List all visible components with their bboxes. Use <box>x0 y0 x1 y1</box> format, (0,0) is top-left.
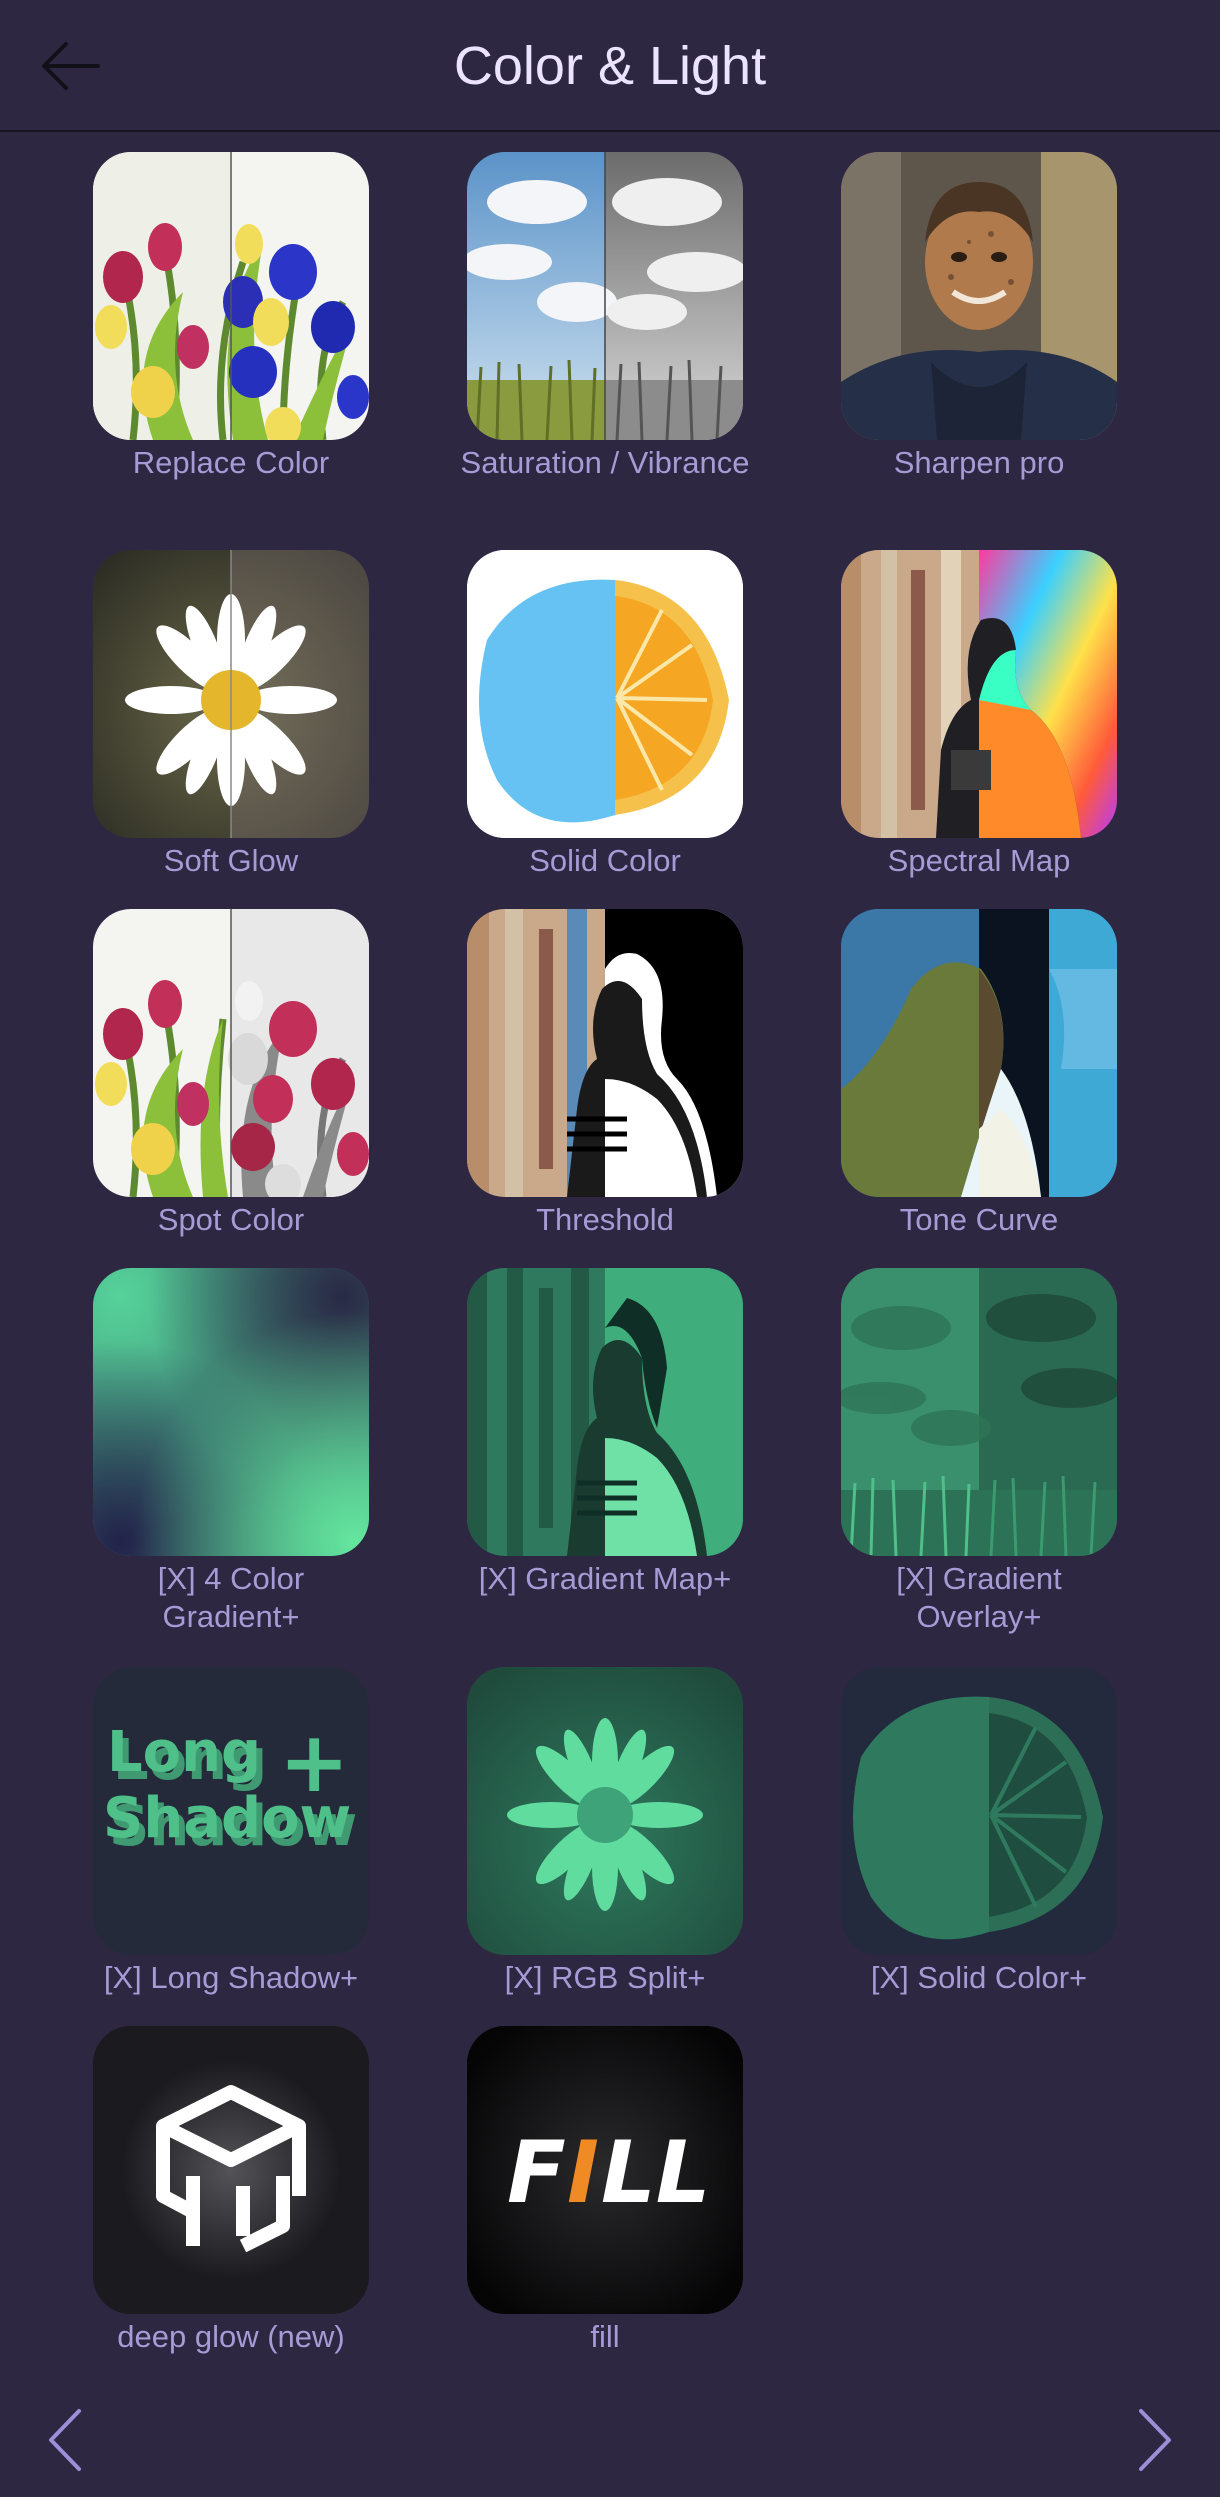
page-title: Color & Light <box>453 36 767 96</box>
fill-logo-f: F <box>507 2123 566 2223</box>
deep-glow-thumbnail <box>93 2026 369 2314</box>
effect-label: Saturation / Vibrance <box>460 445 750 480</box>
effect-label: Sharpen pro <box>893 445 1065 480</box>
effect-label: [X] RGB Split+ <box>504 1960 706 1995</box>
next-page-button[interactable] <box>1120 2400 1190 2480</box>
effect-tile-rgb-split[interactable]: [X] RGB Split+ <box>467 1667 743 1997</box>
effect-tile-deep-glow[interactable]: deep glow (new) <box>93 2026 369 2356</box>
effect-label: Spectral Map <box>887 843 1071 878</box>
effect-label: Tone Curve <box>899 1202 1059 1237</box>
gradient-map-thumbnail <box>467 1268 743 1556</box>
color-and-light-screen: Color & Light Replace Color Saturation /… <box>0 0 1220 2497</box>
solid-color-thumbnail <box>467 550 743 838</box>
effect-label: Solid Color <box>529 843 681 878</box>
effect-label: [X] Gradient Overlay+ <box>896 1561 1062 1634</box>
spot-color-thumbnail <box>93 909 369 1197</box>
effect-tile-threshold[interactable]: Threshold <box>467 909 743 1239</box>
chevron-right-icon <box>1139 2409 1171 2471</box>
effect-tile-4-color-gradient[interactable]: [X] 4 Color Gradient+ <box>93 1268 369 1636</box>
effect-label: Threshold <box>536 1202 674 1237</box>
gradient-overlay-thumbnail <box>841 1268 1117 1556</box>
effect-tile-sharpen-pro[interactable]: Sharpen pro <box>841 152 1117 482</box>
effect-tile-soft-glow[interactable]: Soft Glow <box>93 550 369 880</box>
effect-tile-solid-color-plus[interactable]: [X] Solid Color+ <box>841 1667 1117 1997</box>
fill-logo-i: I <box>567 2123 599 2223</box>
long-shadow-thumbnail: Long Shadow Long Shadow + <box>93 1667 369 1955</box>
effect-label: [X] 4 Color Gradient+ <box>157 1561 305 1634</box>
soft-glow-thumbnail <box>93 550 369 838</box>
effect-tile-gradient-overlay[interactable]: [X] Gradient Overlay+ <box>841 1268 1117 1636</box>
effect-tile-gradient-map[interactable]: [X] Gradient Map+ <box>467 1268 743 1598</box>
effect-label: Soft Glow <box>163 843 299 878</box>
effect-tile-long-shadow[interactable]: Long Shadow Long Shadow + [X] Long Shado… <box>93 1667 369 1997</box>
effect-tile-fill[interactable]: F I LL fill <box>467 2026 743 2356</box>
previous-page-button[interactable] <box>30 2400 100 2480</box>
threshold-thumbnail <box>467 909 743 1197</box>
effect-label: deep glow (new) <box>117 2319 345 2354</box>
tone-curve-thumbnail <box>841 909 1117 1197</box>
top-app-bar: Color & Light <box>0 0 1220 132</box>
effect-label: Spot Color <box>157 1202 305 1237</box>
spectral-map-thumbnail <box>841 550 1117 838</box>
effect-label: Replace Color <box>132 445 330 480</box>
effect-label: fill <box>590 2319 620 2354</box>
saturation-vibrance-thumbnail <box>467 152 743 440</box>
effect-label: [X] Gradient Map+ <box>478 1561 732 1596</box>
long-shadow-text-line1: Long <box>107 1720 261 1785</box>
effect-tile-spot-color[interactable]: Spot Color <box>93 909 369 1239</box>
chevron-left-icon <box>49 2409 81 2471</box>
replace-color-thumbnail <box>93 152 369 440</box>
long-shadow-plus: + <box>279 1713 349 1811</box>
effect-tile-tone-curve[interactable]: Tone Curve <box>841 909 1117 1239</box>
effect-label: [X] Long Shadow+ <box>103 1960 359 1995</box>
sharpen-pro-thumbnail <box>841 152 1117 440</box>
fill-thumbnail: F I LL <box>467 2026 743 2314</box>
effect-label: [X] Solid Color+ <box>870 1960 1088 1995</box>
effect-tile-replace-color[interactable]: Replace Color <box>93 152 369 482</box>
rgb-split-thumbnail <box>467 1667 743 1955</box>
fill-logo-ll: LL <box>601 2123 711 2223</box>
effect-tile-saturation-vibrance[interactable]: Saturation / Vibrance <box>461 152 749 482</box>
effect-tile-spectral-map[interactable]: Spectral Map <box>841 550 1117 880</box>
4-color-gradient-thumbnail <box>93 1268 369 1556</box>
solid-color-plus-thumbnail <box>841 1667 1117 1955</box>
effect-tile-solid-color[interactable]: Solid Color <box>467 550 743 880</box>
